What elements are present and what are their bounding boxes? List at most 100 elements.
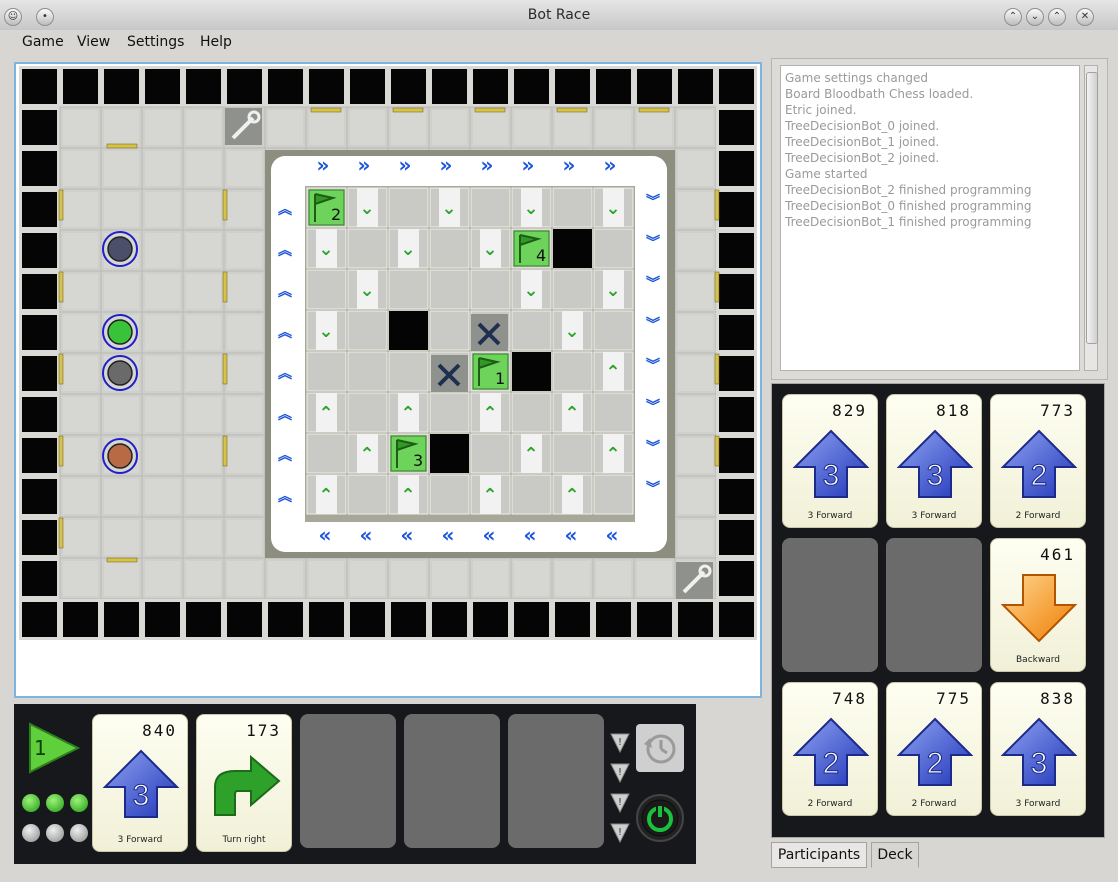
robot-icon [107, 236, 133, 262]
inner-tile [470, 187, 511, 228]
conveyor-down-arrow: ︾ [646, 234, 660, 251]
inner-tile [593, 392, 634, 433]
program-card[interactable]: 173 Turn right [196, 714, 292, 852]
close-icon[interactable]: ✕ [1076, 8, 1094, 26]
inner-tile [429, 228, 470, 269]
log-scrollbar[interactable] [1084, 65, 1098, 371]
program-slot-4[interactable] [404, 714, 500, 848]
maximize-icon[interactable]: ⌃ [1048, 8, 1066, 26]
inner-tile [429, 310, 470, 351]
forward-arrow-icon: 2 [792, 717, 870, 786]
menu-view[interactable]: View [77, 34, 110, 50]
log-line: TreeDecisionBot_2 joined. [785, 151, 940, 165]
log-line: TreeDecisionBot_2 finished programming [785, 183, 1032, 197]
wall-segment [638, 107, 670, 113]
inner-tile [306, 351, 347, 392]
deck-card[interactable]: 838 3 3 Forward [990, 682, 1086, 816]
pit-tile [512, 352, 551, 391]
deck-empty-slot[interactable] [886, 538, 982, 672]
checkpoint-number: 2 [331, 205, 341, 224]
menu-settings[interactable]: Settings [127, 34, 184, 50]
inner-tile [511, 310, 552, 351]
card-priority: 818 [936, 401, 971, 420]
wall-segment [222, 271, 228, 303]
conveyor-up-chevron: ⌃ [564, 485, 579, 506]
message-log-panel: Game settings changed Board Bloodbath Che… [771, 58, 1108, 380]
card-priority: 838 [1040, 689, 1075, 708]
forward-arrow-icon: 2 [896, 717, 974, 786]
register-warnings: ! ! ! ! [610, 733, 630, 844]
conveyor-left-arrow: « [483, 523, 496, 547]
warning-icon: ! [610, 763, 630, 784]
life-led-1 [22, 794, 40, 812]
inner-tile [429, 269, 470, 310]
window-title: Bot Race [527, 7, 591, 23]
card-label: 3 Forward [807, 511, 853, 521]
conveyor-right-arrow: » [481, 153, 494, 177]
program-card[interactable]: 840 3 3 Forward [92, 714, 188, 852]
card-priority: 829 [832, 401, 867, 420]
inner-tile [347, 351, 388, 392]
inner-tile [388, 351, 429, 392]
minimize-icon[interactable]: ⌄ [1026, 8, 1044, 26]
inner-tile [429, 392, 470, 433]
log-line: TreeDecisionBot_0 finished programming [785, 199, 1032, 213]
conveyor-right-arrow: » [358, 153, 371, 177]
life-led-3 [70, 794, 88, 812]
conveyor-right-arrow: » [440, 153, 453, 177]
conveyor-right-arrow: » [399, 153, 412, 177]
conveyor-up-chevron: ⌃ [605, 362, 620, 383]
deck-card[interactable]: 773 2 2 Forward [990, 394, 1086, 528]
menu-game[interactable]: Game [22, 34, 64, 50]
title-bar[interactable]: ☺ • Bot Race ⌃ ⌄ ⌃ ✕ [0, 0, 1118, 31]
program-slot-3[interactable] [300, 714, 396, 848]
wall-segment [106, 143, 138, 149]
backward-arrow-icon [1000, 574, 1078, 643]
conveyor-left-arrow: « [319, 523, 332, 547]
inner-tile [552, 351, 593, 392]
deck-empty-slot[interactable] [782, 538, 878, 672]
conveyor-up-arrow: ︽ [278, 366, 292, 382]
wall-segment [58, 435, 64, 467]
conveyor-down-chevron: ⌄ [605, 280, 620, 301]
menu-help[interactable]: Help [200, 34, 232, 50]
tab-participants[interactable]: Participants [771, 842, 867, 868]
conveyor-down-arrow: ︾ [646, 357, 660, 374]
conveyor-right-arrow: » [522, 153, 535, 177]
card-label: 3 Forward [117, 835, 163, 845]
conveyor-down-chevron: ⌄ [441, 198, 456, 219]
conveyor-left-arrow: « [360, 523, 373, 547]
program-slot-5[interactable] [508, 714, 604, 848]
game-board[interactable]: » » » » » » » » « « « « « « « « ︽ ︽ ︽ ︽ ︽ ︽ ︽ ︽ ︾ ︾ ︾ ︾ ︾ ︾ ︾ ︾ ⌄ ⌄ ⌄ ⌄ ⌄ ⌄ ⌄ ⌄… [19, 66, 757, 640]
deck-card[interactable]: 748 2 2 Forward [782, 682, 878, 816]
history-icon [644, 734, 676, 764]
wall-segment [714, 189, 720, 221]
conveyor-up-chevron: ⌃ [359, 444, 374, 465]
inner-tile [552, 187, 593, 228]
deck-card[interactable]: 818 3 3 Forward [886, 394, 982, 528]
inner-tile [593, 474, 634, 515]
pit-tile [430, 434, 469, 473]
log-line: Board Bloodbath Chess loaded. [785, 87, 974, 101]
log-line: Game settings changed [785, 71, 928, 85]
card-label: 2 Forward [807, 799, 853, 809]
inner-tile [552, 433, 593, 474]
deck-card[interactable]: 775 2 2 Forward [886, 682, 982, 816]
card-priority: 773 [1040, 401, 1075, 420]
conveyor-down-chevron: ⌄ [359, 198, 374, 219]
tab-deck[interactable]: Deck [871, 842, 919, 868]
history-button[interactable] [636, 724, 684, 772]
card-priority: 775 [936, 689, 971, 708]
power-button[interactable] [636, 794, 684, 842]
deck-card[interactable]: 461 Backward [990, 538, 1086, 672]
svg-text:!: ! [618, 767, 622, 778]
wall-segment [58, 517, 64, 549]
deck-card[interactable]: 829 3 3 Forward [782, 394, 878, 528]
conveyor-up-chevron: ⌃ [400, 485, 415, 506]
keep-above-icon[interactable]: ⌃ [1004, 8, 1022, 26]
log-line: Etric joined. [785, 103, 857, 117]
conveyor-up-arrow: ︽ [278, 325, 292, 341]
warning-icon: ! [610, 793, 630, 814]
message-log: Game settings changed Board Bloodbath Che… [780, 65, 1080, 371]
conveyor-up-chevron: ⌃ [564, 403, 579, 424]
